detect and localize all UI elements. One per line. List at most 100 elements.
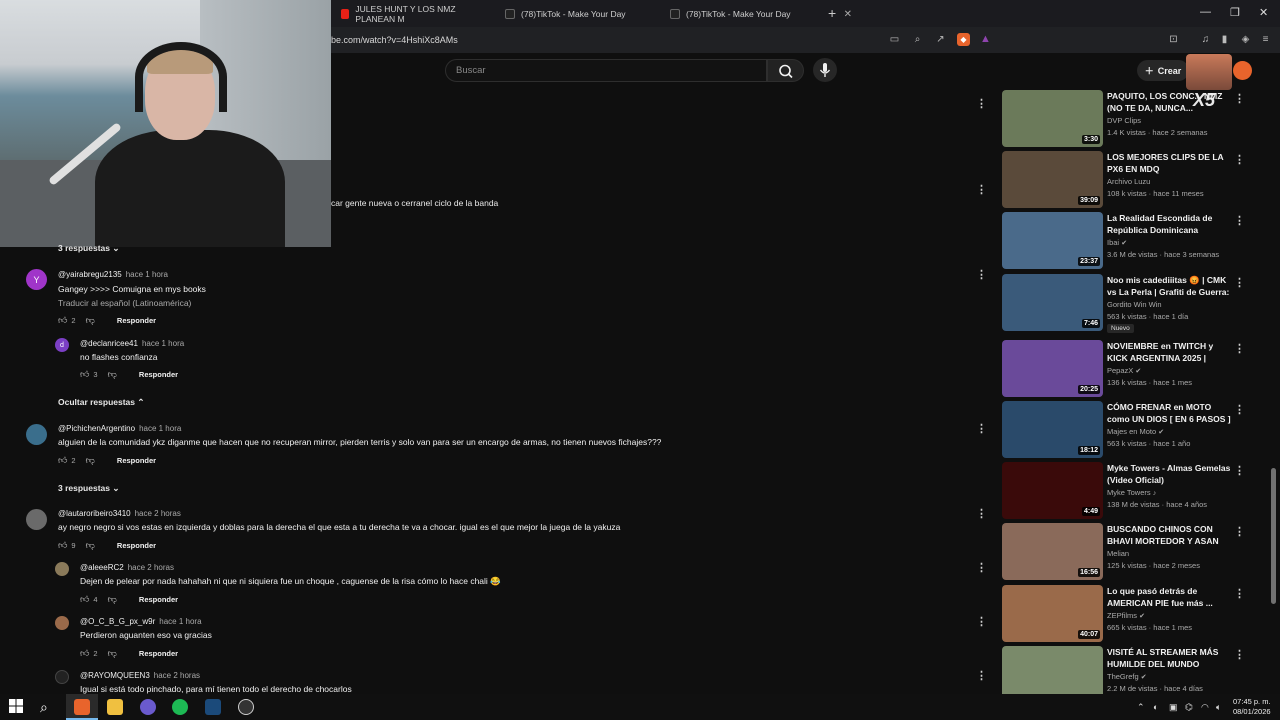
video-channel[interactable]: DVP Clips: [1107, 116, 1141, 125]
more-options-icon[interactable]: ⋮: [1234, 464, 1245, 477]
restore-icon[interactable]: ❐: [1230, 6, 1240, 19]
comment-author[interactable]: @O_C_B_G_px_w9r: [80, 617, 155, 626]
menu-icon[interactable]: ≡: [1259, 33, 1272, 46]
search-button[interactable]: [767, 59, 804, 82]
like-icon[interactable]: 👍︎: [58, 455, 67, 465]
video-title[interactable]: La Realidad Escondida de República Domin…: [1107, 212, 1232, 236]
reply-button[interactable]: Responder: [117, 456, 156, 465]
avatar[interactable]: [26, 509, 47, 530]
video-title[interactable]: Myke Towers - Almas Gemelas (Video Ofici…: [1107, 462, 1232, 486]
video-title[interactable]: LOS MEJORES CLIPS DE LA PX6 EN MDQ: [1107, 151, 1232, 175]
like-icon[interactable]: 👍︎: [80, 648, 89, 658]
video-item[interactable]: 16:56 BUSCANDO CHINOS CON BHAVI MORTEDOR …: [1002, 523, 1245, 581]
avatar[interactable]: [55, 562, 69, 576]
comment-author[interactable]: @yairabregu2135: [58, 270, 122, 279]
brave-shields-icon[interactable]: ◆: [957, 33, 970, 46]
discord-icon[interactable]: [140, 699, 156, 715]
reply-button[interactable]: Responder: [139, 595, 178, 604]
comment-time[interactable]: hace 2 horas: [154, 671, 200, 680]
dislike-icon[interactable]: 👎︎: [86, 315, 95, 325]
reply-button[interactable]: Responder: [139, 370, 178, 379]
like-icon[interactable]: 👍︎: [80, 594, 89, 604]
video-title[interactable]: BUSCANDO CHINOS CON BHAVI MORTEDOR Y ASA…: [1107, 523, 1232, 547]
tray-app-icon[interactable]: ◐: [1153, 702, 1158, 712]
avatar[interactable]: [26, 424, 47, 445]
comment-time[interactable]: hace 2 horas: [128, 563, 174, 572]
video-title[interactable]: VISITÉ AL STREAMER MÁS HUMILDE DEL MUNDO: [1107, 646, 1232, 670]
more-options-icon[interactable]: ⋮: [1234, 403, 1245, 416]
show-replies-toggle[interactable]: 3 respuestas ⌄: [58, 243, 119, 254]
comment-time[interactable]: hace 2 horas: [135, 509, 181, 518]
comment-author[interactable]: @PichichenArgentino: [58, 424, 135, 433]
more-options-icon[interactable]: ⋮: [1234, 153, 1245, 166]
video-item[interactable]: 4:49 Myke Towers - Almas Gemelas (Video O…: [1002, 462, 1245, 520]
comment-author[interactable]: @lautaroribeiro3410: [58, 509, 131, 518]
video-channel[interactable]: Myke Towers ♪: [1107, 488, 1156, 497]
more-options-icon[interactable]: ⋮: [976, 669, 987, 682]
more-options-icon[interactable]: ⋮: [1234, 342, 1245, 355]
zoom-icon[interactable]: ⌕: [911, 33, 924, 46]
video-channel[interactable]: Ibai ✔: [1107, 238, 1127, 247]
dislike-icon[interactable]: 👎︎: [86, 455, 95, 465]
video-item[interactable]: 39:09 LOS MEJORES CLIPS DE LA PX6 EN MDQ A…: [1002, 151, 1245, 209]
like-icon[interactable]: 👍︎: [58, 315, 67, 325]
video-channel[interactable]: Gordito Win Win: [1107, 300, 1162, 309]
minimize-icon[interactable]: —: [1200, 6, 1211, 18]
video-item[interactable]: 23:37 La Realidad Escondida de República …: [1002, 212, 1245, 270]
sidebar-toggle-icon[interactable]: ▮: [1218, 33, 1231, 46]
more-options-icon[interactable]: ⋮: [1234, 92, 1245, 105]
avatar[interactable]: [55, 670, 69, 684]
video-thumbnail[interactable]: 7:46: [1002, 274, 1103, 331]
more-options-icon[interactable]: ⋮: [1234, 276, 1245, 289]
tab-tiktok-2[interactable]: (78)TikTok - Make Your Day ✕: [662, 3, 852, 25]
hide-replies-toggle[interactable]: Ocultar respuestas ⌃: [58, 397, 145, 408]
video-thumbnail[interactable]: 23:37: [1002, 212, 1103, 269]
video-thumbnail[interactable]: 16:56: [1002, 523, 1103, 580]
comment-time[interactable]: hace 1 hora: [142, 339, 184, 348]
video-item[interactable]: 18:12 CÓMO FRENAR en MOTO como UN DIOS [ …: [1002, 401, 1245, 459]
avatar[interactable]: d: [55, 338, 69, 352]
tab-youtube[interactable]: JULES HUNT Y LOS NMZ PLANEAN M: [333, 3, 491, 25]
video-title[interactable]: Lo que pasó detrás de AMERICAN PIE fue m…: [1107, 585, 1232, 609]
video-channel[interactable]: Archivo Luzu: [1107, 177, 1150, 186]
screenshot-icon[interactable]: ⊡: [1167, 33, 1180, 46]
dislike-icon[interactable]: 👎︎: [108, 594, 117, 604]
video-item[interactable]: 7:46 Noo mis cadediiitas 😡 | CMK vs La Pe…: [1002, 274, 1245, 333]
music-icon[interactable]: ♫: [1199, 33, 1212, 46]
close-window-icon[interactable]: ✕: [1259, 6, 1268, 19]
video-title[interactable]: CÓMO FRENAR en MOTO como UN DIOS [ EN 6 …: [1107, 401, 1232, 425]
account-avatar[interactable]: [1233, 61, 1252, 80]
video-channel[interactable]: PepazX ✔: [1107, 366, 1141, 375]
app-icon[interactable]: [238, 699, 254, 715]
more-options-icon[interactable]: ⋮: [976, 561, 987, 574]
spotify-icon[interactable]: [172, 699, 188, 715]
comment-time[interactable]: hace 1 hora: [126, 270, 168, 279]
tab-tiktok-1[interactable]: (78)TikTok - Make Your Day: [497, 3, 657, 25]
video-thumbnail[interactable]: 39:09: [1002, 151, 1103, 208]
avatar[interactable]: Y: [26, 269, 47, 290]
more-options-icon[interactable]: ⋮: [976, 422, 987, 435]
wifi-icon[interactable]: ◠: [1201, 702, 1209, 713]
volume-icon[interactable]: 🔈︎: [1216, 702, 1221, 713]
avatar[interactable]: [55, 616, 69, 630]
cast-icon[interactable]: ▭: [888, 33, 901, 46]
reply-button[interactable]: Responder: [117, 541, 156, 550]
comment-time[interactable]: hace 1 hora: [159, 617, 201, 626]
create-button[interactable]: ＋ Crear: [1137, 60, 1189, 81]
video-item[interactable]: 40:07 Lo que pasó detrás de AMERICAN PIE …: [1002, 585, 1245, 643]
vpn-shield-icon[interactable]: ◈: [1239, 33, 1252, 46]
dislike-icon[interactable]: 👎︎: [86, 540, 95, 550]
comment-author[interactable]: @RAYOMQUEEN3: [80, 671, 150, 680]
dislike-icon[interactable]: 👎︎: [108, 369, 117, 379]
show-replies-toggle[interactable]: 3 respuestas ⌄: [58, 483, 119, 494]
like-icon[interactable]: 👍︎: [58, 540, 67, 550]
system-clock[interactable]: 07:45 p. m. 08/01/2026: [1233, 697, 1271, 717]
more-options-icon[interactable]: ⋮: [976, 268, 987, 281]
url-field[interactable]: be.com/watch?v=4HshiXc8AMs: [331, 35, 458, 45]
voice-search-button[interactable]: [813, 58, 837, 82]
video-title[interactable]: Noo mis cadediiitas 😡 | CMK vs La Perla …: [1107, 274, 1232, 298]
brave-rewards-icon[interactable]: ▲: [979, 33, 992, 46]
more-options-icon[interactable]: ⋮: [976, 615, 987, 628]
video-item[interactable]: 3:30 PAQUITO, LOS CONC... NMZ (NO TE DA, …: [1002, 90, 1245, 148]
more-options-icon[interactable]: ⋮: [1234, 214, 1245, 227]
